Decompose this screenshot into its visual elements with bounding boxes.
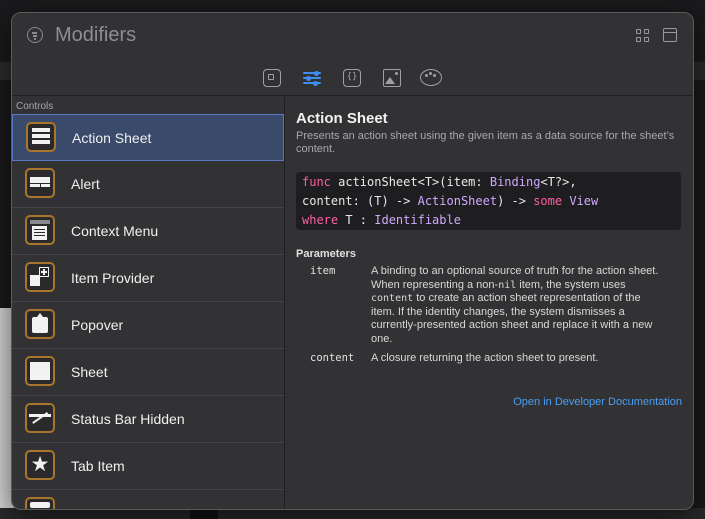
list-view-icon[interactable]	[663, 28, 677, 42]
list-item-item-provider[interactable]: Item Provider	[12, 255, 284, 302]
list-item-sheet[interactable]: Sheet	[12, 349, 284, 396]
list-item-partial[interactable]	[12, 490, 284, 509]
item-provider-icon	[25, 262, 55, 292]
list-item-action-sheet[interactable]: Action Sheet	[12, 114, 284, 161]
code-signature: func actionSheet<T>(item: Binding<T?>, c…	[296, 172, 681, 230]
list-item-label: Sheet	[71, 364, 108, 380]
list-item-popover[interactable]: Popover	[12, 302, 284, 349]
list-item-status-bar-hidden[interactable]: Status Bar Hidden	[12, 396, 284, 443]
list-item-label: Popover	[71, 317, 124, 333]
action-sheet-icon	[26, 122, 56, 152]
list-item-label: Context Menu	[71, 223, 159, 239]
parameters-heading: Parameters	[296, 248, 356, 260]
alert-icon	[25, 168, 55, 198]
list-item-context-menu[interactable]: Context Menu	[12, 208, 284, 255]
list-item-label: Action Sheet	[72, 130, 152, 146]
code-line-2: content: (T) -> ActionSheet) -> some Vie…	[302, 194, 599, 208]
param-name-item: item	[310, 265, 336, 277]
tab-item-icon: ★	[25, 450, 55, 480]
colors-tab-palette-icon[interactable]	[420, 69, 442, 86]
param-name-content: content	[310, 352, 355, 364]
list-item-label: Tab Item	[71, 458, 125, 474]
media-tab-image-icon[interactable]	[383, 69, 401, 87]
list-item-label: Item Provider	[71, 270, 155, 286]
context-menu-icon	[25, 215, 55, 245]
snippets-tab-braces-icon[interactable]: {}	[343, 69, 361, 87]
param-desc-item: A binding to an optional source of truth…	[371, 265, 659, 345]
title-bar: Modifiers	[12, 13, 693, 59]
code-line-3: where T : Identifiable	[302, 213, 461, 227]
detail-description: Presents an action sheet using the given…	[296, 130, 675, 155]
list-item-label: Alert	[71, 176, 100, 192]
section-header-controls: Controls	[16, 101, 54, 112]
window-title[interactable]: Modifiers	[55, 24, 136, 47]
toolbar-item-icon	[25, 497, 55, 509]
list-item-tab-item[interactable]: ★ Tab Item	[12, 443, 284, 490]
param-desc-content: A closure returning the action sheet to …	[371, 352, 599, 364]
views-tab-square-icon[interactable]	[263, 69, 281, 87]
library-tabs: {}	[12, 63, 693, 96]
detail-pane: Action Sheet Presents an action sheet us…	[285, 97, 693, 509]
modifier-list: Controls Action Sheet Alert Context Menu…	[12, 97, 285, 509]
filter-icon[interactable]	[27, 27, 43, 43]
status-bar-hidden-icon	[25, 403, 55, 433]
sheet-icon	[25, 356, 55, 386]
detail-title: Action Sheet	[296, 110, 388, 127]
grid-view-icon[interactable]	[636, 29, 650, 43]
list-item-label: Status Bar Hidden	[71, 411, 185, 427]
library-panel: Modifiers {} Controls Action Sheet Alert…	[11, 12, 694, 510]
popover-icon	[25, 309, 55, 339]
modifiers-tab-sliders-icon[interactable]	[303, 69, 321, 87]
list-item-alert[interactable]: Alert	[12, 161, 284, 208]
developer-docs-link[interactable]: Open in Developer Documentation	[513, 396, 682, 408]
code-line-1: func actionSheet<T>(item: Binding<T?>,	[302, 175, 577, 189]
